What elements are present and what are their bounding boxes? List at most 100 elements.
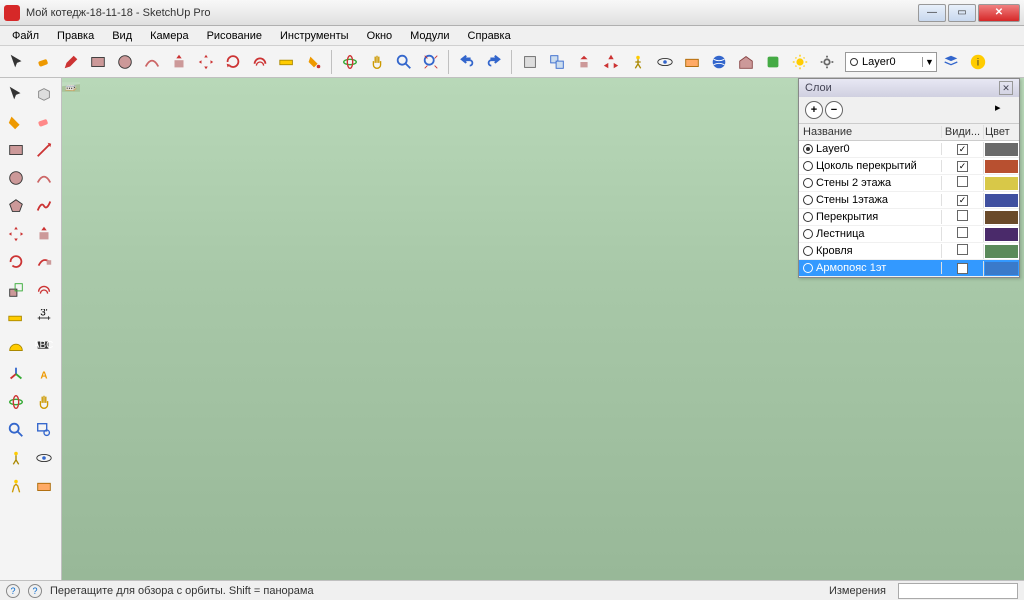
layer-active-radio[interactable] bbox=[803, 229, 813, 239]
close-button[interactable]: ✕ bbox=[978, 4, 1020, 22]
move-tool-icon[interactable] bbox=[2, 220, 29, 247]
layer-visible-checkbox[interactable] bbox=[957, 144, 968, 155]
offset-tool-icon[interactable] bbox=[30, 276, 57, 303]
pushpull-icon[interactable] bbox=[166, 49, 192, 75]
layer-visible-checkbox[interactable] bbox=[957, 227, 968, 238]
paint-bucket-icon[interactable] bbox=[2, 108, 29, 135]
menu-правка[interactable]: Правка bbox=[49, 28, 102, 44]
look-icon[interactable] bbox=[652, 49, 678, 75]
globe-icon[interactable] bbox=[706, 49, 732, 75]
layers-menu-icon[interactable]: ▸ bbox=[995, 101, 1013, 119]
move-icon[interactable] bbox=[193, 49, 219, 75]
paint-icon[interactable] bbox=[301, 49, 327, 75]
extension-icon[interactable] bbox=[760, 49, 786, 75]
tape-tool-icon[interactable] bbox=[2, 304, 29, 331]
layer-color-swatch[interactable] bbox=[985, 245, 1018, 258]
close-icon[interactable]: ✕ bbox=[999, 81, 1013, 95]
layer-color-swatch[interactable] bbox=[985, 143, 1018, 156]
layer-color-swatch[interactable] bbox=[985, 211, 1018, 224]
undo-icon[interactable] bbox=[454, 49, 480, 75]
walk-tool-icon[interactable] bbox=[2, 472, 29, 499]
layer-row[interactable]: Стены 1этажа bbox=[799, 192, 1019, 209]
layer-active-radio[interactable] bbox=[803, 178, 813, 188]
freehand-icon[interactable] bbox=[30, 192, 57, 219]
axes-tool-icon[interactable] bbox=[2, 360, 29, 387]
layers-panel-header[interactable]: Слои ✕ bbox=[799, 79, 1019, 97]
layer-visible-checkbox[interactable] bbox=[957, 263, 968, 274]
select-icon[interactable] bbox=[2, 80, 29, 107]
orbit-icon[interactable] bbox=[337, 49, 363, 75]
orbit-tool-icon[interactable] bbox=[2, 388, 29, 415]
scale-icon[interactable] bbox=[2, 276, 29, 303]
menu-камера[interactable]: Камера bbox=[142, 28, 196, 44]
pan-tool-icon[interactable] bbox=[30, 388, 57, 415]
layer-visible-checkbox[interactable] bbox=[957, 195, 968, 206]
tape-icon[interactable] bbox=[274, 49, 300, 75]
menu-окно[interactable]: Окно bbox=[359, 28, 401, 44]
col-color[interactable]: Цвет bbox=[983, 125, 1019, 139]
text-icon[interactable]: ABC bbox=[30, 332, 57, 359]
section-tool-icon[interactable] bbox=[30, 472, 57, 499]
pushpull-tool-icon[interactable] bbox=[30, 220, 57, 247]
pan-icon[interactable] bbox=[364, 49, 390, 75]
layer-color-swatch[interactable] bbox=[985, 160, 1018, 173]
line-tool-icon[interactable] bbox=[30, 136, 57, 163]
layer-active-radio[interactable] bbox=[803, 144, 813, 154]
layers-manager-icon[interactable] bbox=[938, 49, 964, 75]
remove-layer-button[interactable]: − bbox=[825, 101, 843, 119]
layer-color-swatch[interactable] bbox=[985, 194, 1018, 207]
viewport-3d[interactable]: Слои ✕ + − ▸ Название Види... Цвет Layer… bbox=[62, 78, 1024, 580]
info-icon[interactable]: i bbox=[965, 49, 991, 75]
3dtext-icon[interactable]: A bbox=[30, 360, 57, 387]
layer-row[interactable]: Layer0 bbox=[799, 141, 1019, 158]
settings-icon[interactable] bbox=[814, 49, 840, 75]
layer-row[interactable]: Перекрытия bbox=[799, 209, 1019, 226]
group-icon[interactable] bbox=[544, 49, 570, 75]
layer-color-swatch[interactable] bbox=[985, 177, 1018, 190]
layer-dropdown-value[interactable] bbox=[862, 56, 922, 68]
component-icon[interactable] bbox=[517, 49, 543, 75]
layer-visible-checkbox[interactable] bbox=[957, 161, 968, 172]
sun-icon[interactable] bbox=[787, 49, 813, 75]
col-name[interactable]: Название bbox=[799, 126, 941, 138]
layer-visible-checkbox[interactable] bbox=[957, 244, 968, 255]
axes-icon[interactable] bbox=[598, 49, 624, 75]
zoom-tool-icon[interactable] bbox=[2, 416, 29, 443]
layer-row[interactable]: Армопояс 1эт bbox=[799, 260, 1019, 277]
rectangle-tool-icon[interactable] bbox=[2, 136, 29, 163]
chevron-down-icon[interactable]: ▼ bbox=[922, 57, 936, 67]
component-icon[interactable] bbox=[30, 80, 57, 107]
redo-icon[interactable] bbox=[481, 49, 507, 75]
layer-visible-checkbox[interactable] bbox=[957, 176, 968, 187]
arc-icon[interactable] bbox=[139, 49, 165, 75]
rotate-tool-icon[interactable] bbox=[2, 248, 29, 275]
measurements-input[interactable] bbox=[898, 583, 1018, 599]
layer-color-swatch[interactable] bbox=[985, 228, 1018, 241]
circle-tool-icon[interactable] bbox=[2, 164, 29, 191]
help-icon[interactable]: ? bbox=[6, 584, 20, 598]
maximize-button[interactable]: ▭ bbox=[948, 4, 976, 22]
eraser-icon[interactable] bbox=[30, 108, 57, 135]
zoom-window-icon[interactable] bbox=[30, 416, 57, 443]
walk-icon[interactable] bbox=[625, 49, 651, 75]
tip-icon[interactable]: ? bbox=[28, 584, 42, 598]
section-icon[interactable] bbox=[679, 49, 705, 75]
polygon-icon[interactable] bbox=[2, 192, 29, 219]
layer-visible-checkbox[interactable] bbox=[957, 210, 968, 221]
menu-справка[interactable]: Справка bbox=[460, 28, 519, 44]
position-camera-icon[interactable] bbox=[2, 444, 29, 471]
protractor-icon[interactable] bbox=[2, 332, 29, 359]
menu-файл[interactable]: Файл bbox=[4, 28, 47, 44]
pencil-icon[interactable] bbox=[58, 49, 84, 75]
minimize-button[interactable]: ― bbox=[918, 4, 946, 22]
menu-вид[interactable]: Вид bbox=[104, 28, 140, 44]
warehouse-icon[interactable] bbox=[733, 49, 759, 75]
select-tool-icon[interactable] bbox=[4, 49, 30, 75]
zoom-icon[interactable] bbox=[391, 49, 417, 75]
dimension-tool-icon[interactable]: 3' bbox=[30, 304, 57, 331]
add-layer-button[interactable]: + bbox=[805, 101, 823, 119]
followme-icon[interactable] bbox=[30, 248, 57, 275]
layer-row[interactable]: Стены 2 этажа bbox=[799, 175, 1019, 192]
layer-row[interactable]: Лестница bbox=[799, 226, 1019, 243]
col-visible[interactable]: Види... bbox=[941, 126, 983, 138]
